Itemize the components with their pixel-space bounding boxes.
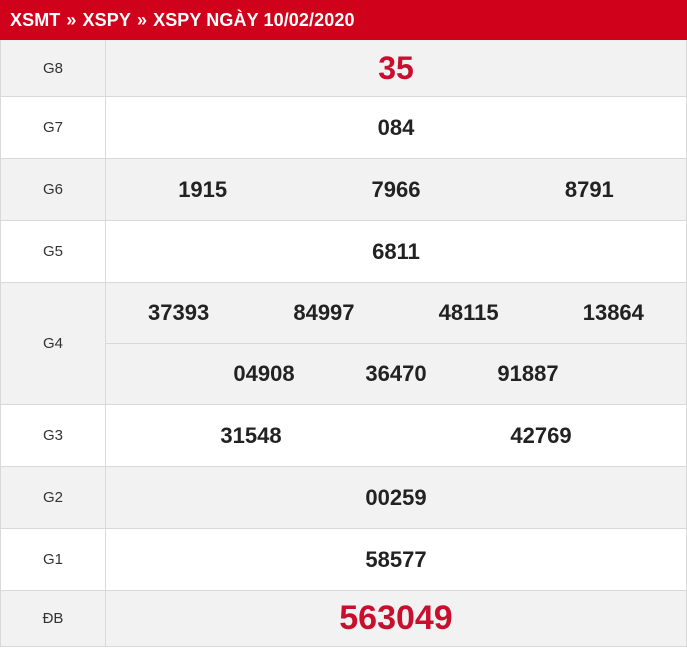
prize-row-g5: G5 6811 [0,220,687,283]
breadcrumb-current-page[interactable]: XSPY NGÀY 10/02/2020 [153,10,354,31]
number-line: 563049 [106,591,686,646]
prize-number: 00259 [365,484,427,510]
prize-numbers-cell: 37393 84997 48115 13864 04908 36470 9188… [105,282,687,405]
results-table: G8 35 G7 084 G6 1915 7966 8791 G5 6811 G… [0,40,687,647]
prize-label: G2 [0,466,106,529]
prize-number: 31548 [220,422,282,448]
prize-numbers-cell: 58577 [105,528,687,591]
prize-number: 35 [378,49,414,86]
prize-label: G1 [0,528,106,591]
number-line: 31548 42769 [106,405,686,466]
prize-numbers-cell: 1915 7966 8791 [105,158,687,221]
prize-label: G6 [0,158,106,221]
number-line: 084 [106,97,686,158]
prize-row-g8: G8 35 [0,40,687,97]
prize-number: 84997 [293,300,355,325]
prize-number: 48115 [438,300,499,325]
prize-numbers-cell: 084 [105,96,687,159]
prize-number: 13864 [582,300,644,325]
prize-label: G7 [0,96,106,159]
prize-numbers-cell: 6811 [105,220,687,283]
breadcrumb: XSMT » XSPY » XSPY NGÀY 10/02/2020 [0,0,687,40]
prize-label: G4 [0,282,106,405]
prize-number: 04908 [233,361,295,386]
breadcrumb-separator: » [136,9,148,30]
number-line: 37393 84997 48115 13864 [106,283,686,344]
prize-row-g3: G3 31548 42769 [0,404,687,467]
prize-number: 58577 [365,546,427,572]
prize-numbers-cell: 563049 [105,590,687,647]
prize-numbers-cell: 35 [105,40,687,97]
number-line: 6811 [106,221,686,282]
prize-row-g6: G6 1915 7966 8791 [0,158,687,221]
prize-row-g7: G7 084 [0,96,687,159]
number-line: 1915 7966 8791 [106,159,686,220]
prize-number: 36470 [365,361,427,386]
prize-row-special: ĐB 563049 [0,590,687,647]
number-line: 35 [106,40,686,96]
prize-numbers-cell: 31548 42769 [105,404,687,467]
number-line: 04908 36470 91887 [106,344,686,404]
breadcrumb-separator: » [66,9,77,30]
breadcrumb-link-xspy[interactable]: XSPY [83,10,131,31]
prize-number: 1915 [178,176,228,202]
prize-number: 8791 [564,176,614,202]
prize-number: 7966 [371,176,421,202]
prize-number: 084 [377,114,415,140]
number-line: 00259 [106,467,686,528]
prize-label: G8 [0,40,106,97]
lottery-result-page: XSMT » XSPY » XSPY NGÀY 10/02/2020 G8 35… [0,0,687,648]
prize-row-g1: G1 58577 [0,528,687,591]
prize-number: 37393 [148,300,210,325]
number-line: 58577 [106,529,686,590]
prize-number: 6811 [372,238,420,264]
prize-numbers-cell: 00259 [105,466,687,529]
prize-label: G5 [0,220,106,283]
breadcrumb-link-xsmt[interactable]: XSMT [10,10,60,31]
prize-number: 91887 [497,361,559,386]
prize-label: ĐB [0,590,106,647]
prize-row-g2: G2 00259 [0,466,687,529]
prize-number: 42769 [510,422,572,448]
prize-label: G3 [0,404,106,467]
prize-row-g4: G4 37393 84997 48115 13864 04908 36470 9… [0,282,687,405]
jackpot-number: 563049 [339,599,453,637]
